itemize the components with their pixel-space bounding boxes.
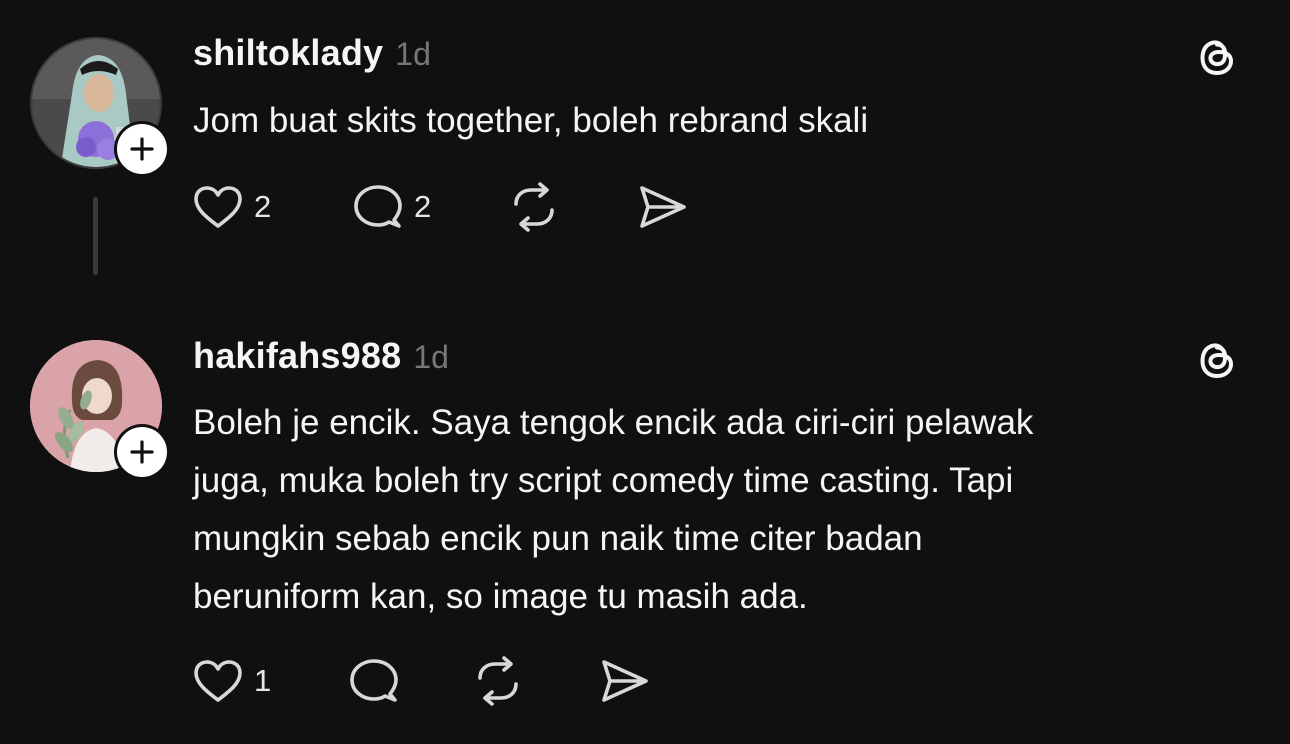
timestamp: 1d — [413, 339, 449, 375]
comment-1: shiltoklady 1d Jom buat skits together, … — [0, 0, 1290, 300]
comment-header: shiltoklady 1d — [193, 32, 431, 74]
threads-logo-icon[interactable] — [1192, 334, 1242, 384]
like-count: 2 — [254, 189, 272, 224]
reply-button[interactable]: 2 — [350, 180, 431, 234]
heart-icon — [194, 660, 242, 702]
repost-button[interactable] — [470, 654, 526, 708]
comment-text-line: mungkin sebab encik pun naik time citer … — [193, 519, 923, 558]
username[interactable]: hakifahs988 — [193, 335, 401, 377]
follow-button[interactable] — [114, 424, 170, 480]
threads-replies-view: shiltoklady 1d Jom buat skits together, … — [0, 0, 1290, 744]
avatar-container[interactable] — [30, 37, 170, 177]
share-button[interactable] — [634, 180, 690, 234]
send-icon — [640, 186, 686, 228]
share-button[interactable] — [596, 654, 652, 708]
comment-text: Jom buat skits together, boleh rebrand s… — [193, 101, 869, 140]
repost-button[interactable] — [506, 180, 562, 234]
avatar-container[interactable] — [30, 340, 170, 480]
comment-text-line: Boleh je encik. Saya tengok encik ada ci… — [193, 403, 1034, 442]
repost-icon — [514, 182, 554, 232]
heart-icon — [194, 186, 242, 228]
like-button[interactable]: 2 — [190, 180, 271, 234]
threads-logo-icon[interactable] — [1192, 31, 1242, 81]
comment-text-line: juga, muka boleh try script comedy time … — [193, 461, 1014, 500]
plus-icon — [130, 440, 154, 464]
send-icon — [602, 660, 648, 702]
repost-icon — [478, 656, 518, 706]
reply-button[interactable] — [346, 654, 402, 708]
comment-text: Boleh je encik. Saya tengok encik ada ci… — [193, 394, 1203, 626]
like-button[interactable]: 1 — [190, 654, 271, 708]
thread-connector-line — [93, 197, 98, 275]
like-count: 1 — [254, 663, 272, 698]
reply-count: 2 — [414, 189, 432, 224]
comment-bubble-icon — [354, 185, 402, 228]
follow-button[interactable] — [114, 121, 170, 177]
timestamp: 1d — [395, 36, 431, 72]
username[interactable]: shiltoklady — [193, 32, 383, 74]
comment-text-line: beruniform kan, so image tu masih ada. — [193, 577, 808, 616]
comment-bubble-icon — [350, 659, 398, 702]
comment-2: hakifahs988 1d Boleh je encik. Saya teng… — [0, 303, 1290, 744]
plus-icon — [130, 137, 154, 161]
comment-header: hakifahs988 1d — [193, 335, 449, 377]
